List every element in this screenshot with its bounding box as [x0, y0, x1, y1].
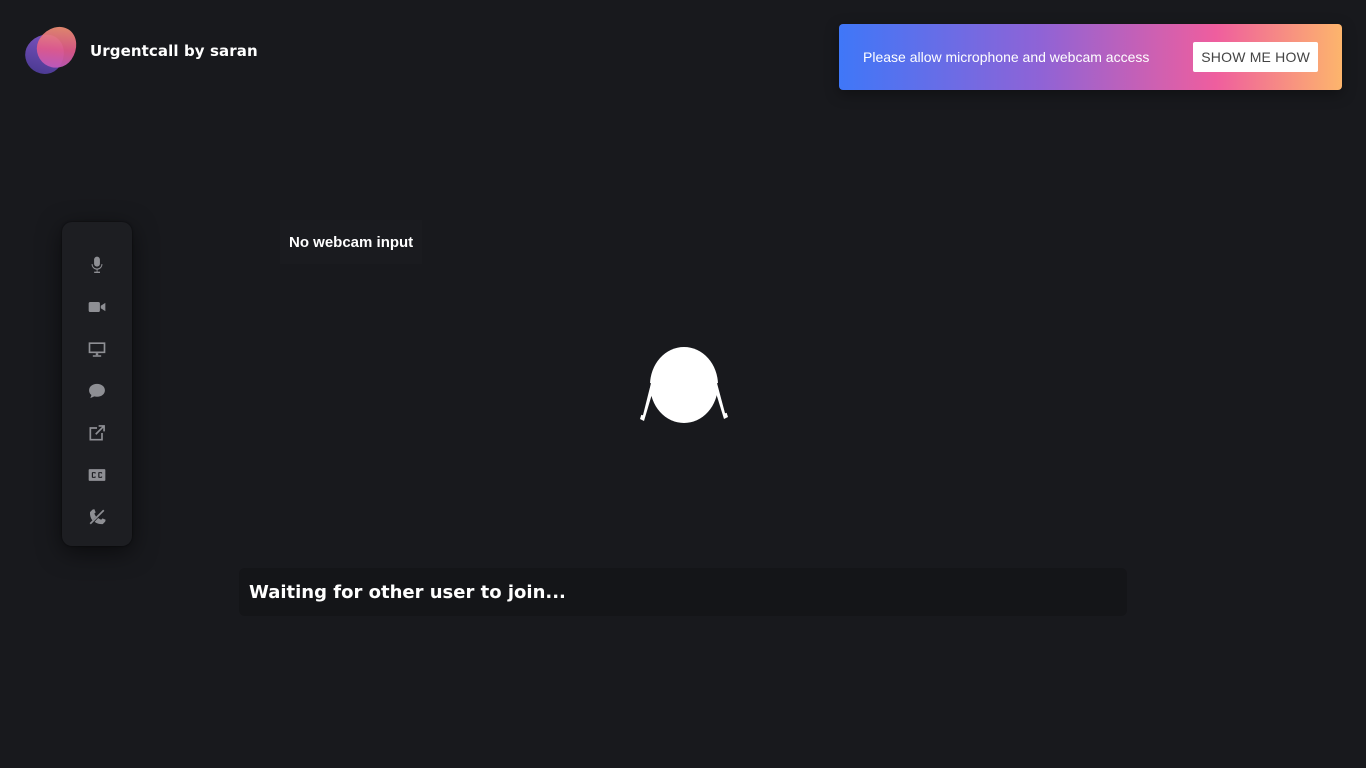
brand[interactable]: Urgentcall by saran: [17, 18, 258, 82]
screen-share-button[interactable]: [77, 328, 117, 370]
app-title: Urgentcall by saran: [90, 42, 258, 60]
call-toolbar: [62, 222, 132, 546]
webcam-status-label: No webcam input: [280, 220, 423, 264]
closed-captions-icon: [88, 469, 106, 481]
permission-banner: Please allow microphone and webcam acces…: [839, 24, 1342, 90]
permission-message: Please allow microphone and webcam acces…: [863, 49, 1150, 65]
chat-icon: [89, 383, 105, 399]
camera-button[interactable]: [77, 286, 117, 328]
waiting-status-text: Waiting for other user to join...: [249, 581, 566, 603]
urgentcall-logo-icon: [17, 18, 85, 82]
chat-button[interactable]: [77, 370, 117, 412]
user-avatar-icon: [640, 347, 728, 423]
end-call-icon: [89, 509, 106, 525]
microphone-icon: [91, 256, 103, 273]
screen-share-icon: [88, 342, 106, 357]
show-me-how-button[interactable]: SHOW ME HOW: [1193, 42, 1318, 72]
end-call-button[interactable]: [77, 496, 117, 538]
microphone-button[interactable]: [77, 244, 117, 286]
captions-button[interactable]: [77, 454, 117, 496]
share-link-button[interactable]: [77, 412, 117, 454]
external-link-icon: [89, 425, 105, 441]
video-camera-icon: [88, 302, 106, 312]
waiting-status-bar: Waiting for other user to join...: [239, 568, 1127, 616]
app-root: Urgentcall by saran Please allow microph…: [0, 0, 1366, 768]
